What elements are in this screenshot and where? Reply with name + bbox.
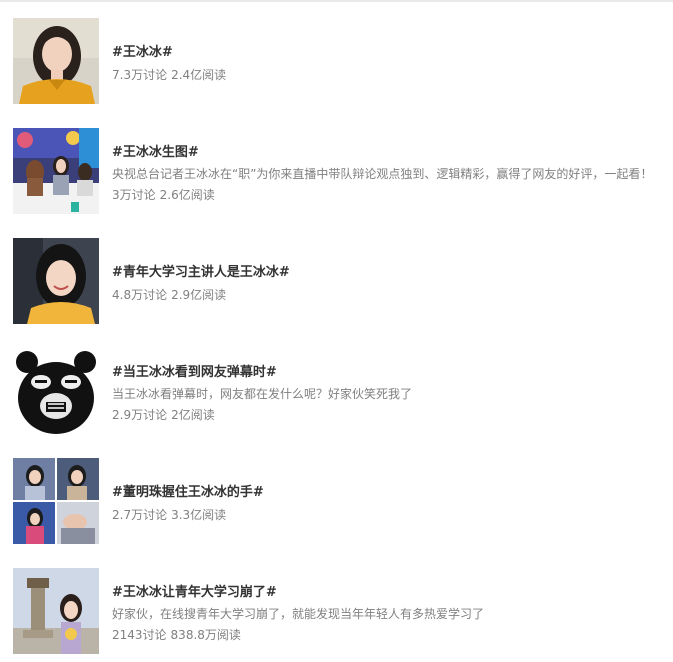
discussion-count: 2.9万讨论: [112, 408, 168, 422]
topic-stats: 2.9万讨论 2亿阅读: [112, 406, 215, 423]
topic-thumbnail[interactable]: [13, 348, 99, 434]
monument-image: [13, 568, 99, 654]
topic-thumbnail[interactable]: [13, 238, 99, 324]
read-count: 2.6亿阅读: [159, 188, 215, 202]
read-count: 2.4亿阅读: [171, 68, 227, 82]
topic-item[interactable]: #当王冰冰看到网友弹幕时# 当王冰冰看弹幕时，网友都在发什么呢？好家伙笑死我了 …: [0, 348, 673, 436]
topic-stats: 3万讨论 2.6亿阅读: [112, 186, 215, 203]
topic-description: 央视总台记者王冰冰在“职”为你来直播中带队辩论观点独到、逻辑精彩，赢得了网友的好…: [112, 167, 653, 181]
discussion-count: 3万讨论: [112, 188, 156, 202]
topic-list: #王冰冰# 7.3万讨论 2.4亿阅读 #王冰冰生图# 央视总台记者王冰冰在“职…: [0, 0, 673, 662]
read-count: 2.9亿阅读: [171, 288, 227, 302]
read-count: 2亿阅读: [171, 408, 215, 422]
topic-item[interactable]: #青年大学习主讲人是王冰冰# 4.8万讨论 2.9亿阅读: [0, 238, 673, 326]
topic-item[interactable]: #王冰冰生图# 央视总台记者王冰冰在“职”为你来直播中带队辩论观点独到、逻辑精彩…: [0, 128, 673, 216]
topic-title[interactable]: #王冰冰生图#: [112, 141, 199, 160]
topic-description: 当王冰冰看弹幕时，网友都在发什么呢？好家伙笑死我了: [112, 387, 413, 401]
read-count: 3.3亿阅读: [171, 508, 227, 522]
topic-title[interactable]: #王冰冰让青年大学习崩了#: [112, 581, 277, 600]
discussion-count: 4.8万讨论: [112, 288, 168, 302]
collage-image: [13, 458, 99, 544]
bear-meme-icon: [13, 348, 99, 434]
woman-portrait-image: [13, 18, 99, 104]
discussion-count: 2143讨论: [112, 628, 167, 642]
topic-item[interactable]: #王冰冰让青年大学习崩了# 好家伙，在线搜青年大学习崩了，就能发现当年年轻人有多…: [0, 568, 673, 656]
topic-description: 好家伙，在线搜青年大学习崩了，就能发现当年年轻人有多热爱学习了: [112, 607, 485, 621]
topic-title[interactable]: #当王冰冰看到网友弹幕时#: [112, 361, 277, 380]
topic-thumbnail[interactable]: [13, 458, 99, 544]
discussion-count: 2.7万讨论: [112, 508, 168, 522]
woman-smiling-image: [13, 238, 99, 324]
topic-thumbnail[interactable]: [13, 568, 99, 654]
discussion-count: 7.3万讨论: [112, 68, 168, 82]
topic-title[interactable]: #青年大学习主讲人是王冰冰#: [112, 261, 290, 280]
read-count: 838.8万阅读: [170, 628, 241, 642]
topic-thumbnail[interactable]: [13, 128, 99, 214]
topic-title[interactable]: #董明珠握住王冰冰的手#: [112, 481, 264, 500]
topic-stats: 2143讨论 838.8万阅读: [112, 626, 241, 643]
topic-item[interactable]: #董明珠握住王冰冰的手# 2.7万讨论 3.3亿阅读: [0, 458, 673, 546]
studio-image: [13, 128, 99, 214]
topic-title[interactable]: #王冰冰#: [112, 41, 173, 60]
topic-thumbnail[interactable]: [13, 18, 99, 104]
topic-stats: 4.8万讨论 2.9亿阅读: [112, 286, 226, 303]
topic-stats: 2.7万讨论 3.3亿阅读: [112, 506, 226, 523]
topic-stats: 7.3万讨论 2.4亿阅读: [112, 66, 226, 83]
topic-item[interactable]: #王冰冰# 7.3万讨论 2.4亿阅读: [0, 18, 673, 106]
